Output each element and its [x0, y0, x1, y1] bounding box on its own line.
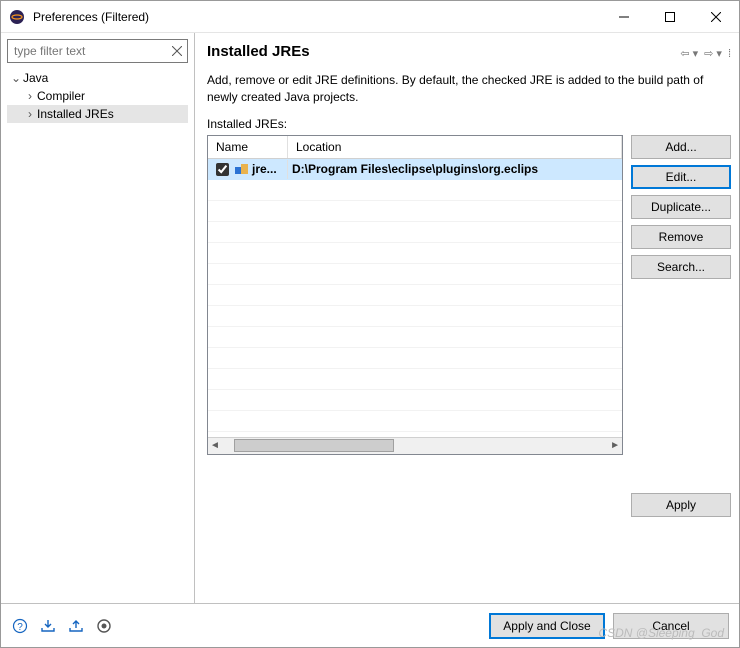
column-location[interactable]: Location	[288, 136, 622, 158]
tree-label: Java	[23, 71, 48, 85]
filter-wrap	[7, 39, 188, 63]
page-toolbar: ⇦ ▾ ⇨ ▾ ⁞	[680, 47, 731, 60]
titlebar: Preferences (Filtered)	[1, 1, 739, 33]
jre-checkbox[interactable]	[216, 163, 229, 176]
tree-item-installed-jres[interactable]: › Installed JREs	[7, 105, 188, 123]
table-row[interactable]: jre... D:\Program Files\eclipse\plugins\…	[208, 159, 622, 180]
search-button[interactable]: Search...	[631, 255, 731, 279]
minimize-button[interactable]	[601, 1, 647, 32]
chevron-right-icon: ›	[23, 89, 37, 103]
export-icon[interactable]	[67, 617, 85, 635]
jre-location: D:\Program Files\eclipse\plugins\org.ecl…	[292, 162, 538, 176]
back-icon[interactable]: ⇦ ▾	[680, 47, 698, 60]
table-body: jre... D:\Program Files\eclipse\plugins\…	[208, 159, 622, 437]
dialog-button-bar: ? Apply and Close Cancel	[1, 603, 739, 647]
side-buttons: Add... Edit... Duplicate... Remove Searc…	[631, 135, 731, 455]
page-title: Installed JREs	[207, 43, 310, 60]
apply-button[interactable]: Apply	[631, 493, 731, 517]
tree-item-java[interactable]: ⌄ Java	[7, 69, 188, 87]
menu-icon[interactable]: ⁞	[728, 47, 731, 60]
scroll-left-icon[interactable]: ◄	[210, 440, 220, 451]
close-button[interactable]	[693, 1, 739, 32]
filter-input[interactable]	[7, 39, 188, 63]
eclipse-icon	[9, 9, 25, 25]
chevron-right-icon: ›	[23, 107, 37, 121]
horizontal-scrollbar[interactable]: ◄ ►	[208, 437, 622, 454]
cancel-button[interactable]: Cancel	[613, 613, 729, 639]
tree-item-compiler[interactable]: › Compiler	[7, 87, 188, 105]
scroll-right-icon[interactable]: ►	[610, 440, 620, 451]
edit-button[interactable]: Edit...	[631, 165, 731, 189]
page-description: Add, remove or edit JRE definitions. By …	[207, 72, 731, 107]
help-icon[interactable]: ?	[11, 617, 29, 635]
add-button[interactable]: Add...	[631, 135, 731, 159]
import-icon[interactable]	[39, 617, 57, 635]
tree-label: Compiler	[37, 89, 85, 103]
column-name[interactable]: Name	[208, 136, 288, 158]
forward-icon[interactable]: ⇨ ▾	[704, 47, 722, 60]
chevron-down-icon: ⌄	[9, 71, 23, 85]
jre-table[interactable]: Name Location jre... D:\Program	[207, 135, 623, 455]
scroll-thumb[interactable]	[234, 439, 394, 452]
preference-page: Installed JREs ⇦ ▾ ⇨ ▾ ⁞ Add, remove or …	[195, 33, 739, 603]
duplicate-button[interactable]: Duplicate...	[631, 195, 731, 219]
preference-tree-pane: ⌄ Java › Compiler › Installed JREs	[1, 33, 195, 603]
jre-name: jre...	[252, 162, 277, 176]
main-split: ⌄ Java › Compiler › Installed JREs Insta…	[1, 33, 739, 603]
preference-tree[interactable]: ⌄ Java › Compiler › Installed JREs	[7, 69, 188, 123]
table-header: Name Location	[208, 136, 622, 159]
jre-icon	[235, 163, 249, 175]
remove-button[interactable]: Remove	[631, 225, 731, 249]
svg-text:?: ?	[17, 622, 23, 633]
window-title: Preferences (Filtered)	[33, 10, 601, 24]
clear-filter-icon[interactable]	[170, 44, 184, 58]
record-icon[interactable]	[95, 617, 113, 635]
table-label: Installed JREs:	[207, 117, 731, 131]
tree-label: Installed JREs	[37, 107, 114, 121]
maximize-button[interactable]	[647, 1, 693, 32]
apply-and-close-button[interactable]: Apply and Close	[489, 613, 605, 639]
